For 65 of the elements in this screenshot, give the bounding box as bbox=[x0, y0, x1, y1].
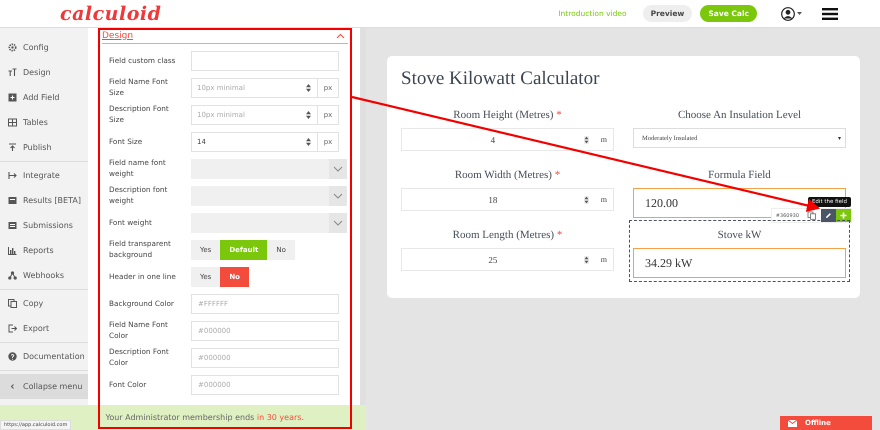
plus-icon bbox=[840, 212, 847, 219]
flow-icon bbox=[8, 171, 17, 180]
sidebar-item[interactable]: Config bbox=[0, 35, 88, 60]
collapse-menu-button[interactable]: Collapse menu bbox=[0, 374, 88, 399]
sidebar-item[interactable]: Export bbox=[0, 316, 88, 341]
gear-icon bbox=[8, 43, 17, 52]
spinner-icon bbox=[306, 138, 311, 146]
spinner-icon bbox=[306, 111, 311, 119]
dropdown[interactable] bbox=[191, 159, 347, 179]
inbox-icon bbox=[8, 196, 17, 205]
plus-square-icon bbox=[8, 93, 17, 102]
sidebar-item[interactable]: Documentation bbox=[0, 344, 88, 369]
spinner-icon bbox=[584, 136, 589, 144]
sidebar-item[interactable]: Submissions bbox=[0, 213, 88, 238]
number-field[interactable]: 25 m bbox=[401, 248, 614, 271]
add-button[interactable] bbox=[836, 209, 851, 222]
chevron-down-icon bbox=[333, 193, 343, 199]
upload-icon bbox=[8, 143, 17, 152]
sidebar-item[interactable]: Publish bbox=[0, 135, 88, 160]
exit-icon bbox=[8, 324, 17, 333]
field-label: Stove kW bbox=[716, 228, 762, 243]
text-size-icon bbox=[8, 68, 17, 77]
number-field[interactable]: 18 m bbox=[401, 188, 614, 211]
edit-button[interactable] bbox=[821, 209, 836, 222]
number-field[interactable]: 4 m bbox=[401, 128, 614, 151]
chevron-down-icon bbox=[333, 220, 343, 226]
spinner-icon bbox=[584, 256, 589, 264]
dropdown[interactable] bbox=[191, 213, 347, 233]
table-icon bbox=[8, 118, 17, 127]
mail-icon bbox=[788, 420, 797, 426]
sidebar-item[interactable]: Copy bbox=[0, 291, 88, 316]
pencil-icon bbox=[825, 212, 832, 219]
result-field: 34.29 kW bbox=[633, 248, 846, 278]
sidebar-item[interactable]: Tables bbox=[0, 110, 88, 135]
dropdown[interactable] bbox=[191, 186, 347, 206]
text-field[interactable] bbox=[191, 51, 339, 71]
sidebar-item[interactable]: Webhooks bbox=[0, 263, 88, 288]
menu-icon bbox=[822, 8, 838, 20]
copy-icon bbox=[8, 299, 17, 308]
chevron-left-icon bbox=[8, 382, 17, 391]
caret-icon bbox=[838, 136, 841, 140]
help-circle-icon bbox=[8, 352, 17, 361]
calculator-title: Stove Kilowatt Calculator bbox=[401, 68, 600, 91]
bar-chart-icon bbox=[8, 246, 17, 255]
section-title-link[interactable]: Design bbox=[102, 30, 134, 40]
field-label: Room Width (Metres) * bbox=[454, 168, 562, 183]
membership-notice: Your Administrator membership ends in 30 years. bbox=[106, 413, 304, 422]
field-label: Formula Field bbox=[707, 168, 772, 183]
sidebar-item[interactable]: Add Field bbox=[0, 85, 88, 110]
list-icon bbox=[8, 221, 17, 230]
scrollbar[interactable] bbox=[360, 28, 366, 405]
logo[interactable]: calculoid bbox=[60, 2, 162, 24]
sidebar-item[interactable]: Reports bbox=[0, 238, 88, 263]
network-icon bbox=[8, 271, 17, 280]
sidebar-item[interactable]: Results [BETA] bbox=[0, 188, 88, 213]
spinner-icon bbox=[584, 196, 589, 204]
spinner-icon bbox=[306, 84, 311, 92]
field-label: Choose An Insulation Level bbox=[676, 108, 802, 123]
user-icon bbox=[781, 6, 795, 20]
caret-icon bbox=[797, 12, 802, 15]
field-label: Room Height (Metres) * bbox=[452, 108, 563, 123]
sidebar-item[interactable]: Integrate bbox=[0, 163, 88, 188]
sidebar-item[interactable]: Design bbox=[0, 60, 88, 85]
chevron-down-icon bbox=[333, 166, 343, 172]
field-label: Room Length (Metres) * bbox=[452, 228, 564, 243]
